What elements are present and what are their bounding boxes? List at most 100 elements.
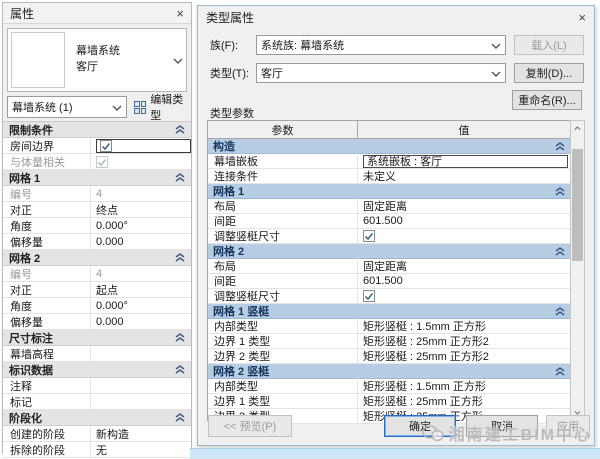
type-selector[interactable]: 幕墙系统 客厅 (7, 28, 187, 92)
table-row[interactable]: 边界 2 类型 矩形竖梃 : 25mm 正方形2 (208, 349, 570, 364)
property-row[interactable]: 拆除的阶段 无 (3, 442, 191, 458)
row-value[interactable]: 系统嵌板 : 客厅 (363, 155, 568, 168)
section-header[interactable]: 标识数据 (3, 362, 191, 378)
collapse-icon[interactable] (175, 333, 185, 342)
edit-type-button[interactable]: 编辑类型 (131, 96, 187, 118)
dialog-titlebar[interactable]: 类型属性 × (198, 6, 594, 29)
property-row[interactable]: 角度 0.000° (3, 298, 191, 314)
row-value[interactable]: 新构造 (91, 426, 191, 441)
row-value[interactable] (91, 394, 191, 409)
collapse-icon[interactable] (175, 365, 185, 374)
row-label: 创建的阶段 (3, 426, 91, 442)
property-row[interactable]: 偏移量 0.000 (3, 234, 191, 250)
type-combo-value: 客厅 (261, 65, 283, 81)
collapse-icon[interactable] (555, 247, 565, 256)
property-row[interactable]: 对正 终点 (3, 202, 191, 218)
row-value[interactable]: 矩形竖梃 : 25mm 正方形 (358, 394, 570, 408)
scroll-up-icon[interactable] (571, 121, 584, 135)
collapse-icon[interactable] (175, 253, 185, 262)
table-row[interactable]: 调整竖梃尺寸 (208, 289, 570, 304)
property-row[interactable]: 房间边界 (3, 138, 191, 154)
table-row[interactable]: 布局 固定距离 (208, 259, 570, 274)
section-header[interactable]: 网格 1 (3, 170, 191, 186)
close-icon[interactable]: × (578, 11, 586, 24)
edit-type-label: 编辑类型 (150, 91, 186, 123)
row-label: 边界 1 类型 (208, 333, 358, 349)
group-header[interactable]: 网格 2 (208, 244, 570, 259)
property-row[interactable]: 标记 (3, 394, 191, 410)
cancel-button[interactable]: 取消 (466, 415, 538, 437)
row-value[interactable]: 0.000 (91, 234, 191, 249)
row-value[interactable]: 0.000° (91, 298, 191, 313)
row-value[interactable] (91, 378, 191, 393)
row-value[interactable]: 矩形竖梃 : 1.5mm 正方形 (358, 379, 570, 393)
collapse-icon[interactable] (555, 187, 565, 196)
property-row[interactable]: 偏移量 0.000 (3, 314, 191, 330)
row-value[interactable]: 未定义 (358, 169, 570, 183)
collapse-icon[interactable] (555, 367, 565, 376)
row-label: 内部类型 (208, 318, 358, 334)
row-value[interactable]: 起点 (91, 282, 191, 297)
close-icon[interactable]: × (176, 7, 184, 20)
table-row[interactable]: 连接条件 未定义 (208, 169, 570, 184)
table-row[interactable]: 内部类型 矩形竖梃 : 1.5mm 正方形 (208, 379, 570, 394)
property-row[interactable]: 角度 0.000° (3, 218, 191, 234)
chevron-down-icon (491, 69, 501, 78)
property-row[interactable]: 注释 (3, 378, 191, 394)
type-combobox[interactable]: 客厅 (256, 63, 506, 83)
row-value[interactable]: 0.000° (91, 218, 191, 233)
rename-button[interactable]: 重命名(R)... (512, 90, 582, 110)
row-value[interactable]: 无 (91, 442, 191, 457)
vertical-scrollbar[interactable] (570, 120, 585, 421)
scrollbar-thumb[interactable] (572, 149, 583, 261)
collapse-icon[interactable] (555, 142, 565, 151)
collapse-icon[interactable] (175, 413, 185, 422)
row-value[interactable]: 固定距离 (358, 259, 570, 273)
family-combobox[interactable]: 系统族: 幕墙系统 (256, 35, 506, 55)
row-value[interactable]: 矩形竖梃 : 25mm 正方形2 (358, 334, 570, 348)
row-value[interactable]: 矩形竖梃 : 1.5mm 正方形 (358, 319, 570, 333)
collapse-icon[interactable] (175, 125, 185, 134)
section-header[interactable]: 尺寸标注 (3, 330, 191, 346)
collapse-icon[interactable] (555, 307, 565, 316)
group-header[interactable]: 网格 2 竖梃 (208, 364, 570, 379)
adjust-mullion-checkbox[interactable] (363, 230, 375, 242)
table-row[interactable]: 内部类型 矩形竖梃 : 1.5mm 正方形 (208, 319, 570, 334)
row-value[interactable] (91, 346, 191, 361)
table-row[interactable]: 调整竖梃尺寸 (208, 229, 570, 244)
row-label: 间距 (208, 213, 358, 229)
property-row[interactable]: 幕墙高程 (3, 346, 191, 362)
row-value[interactable]: 0.000 (91, 314, 191, 329)
row-label: 对正 (3, 282, 91, 298)
table-row[interactable]: 间距 601.500 (208, 274, 570, 289)
property-row[interactable]: 创建的阶段 新构造 (3, 426, 191, 442)
row-value[interactable]: 终点 (91, 202, 191, 217)
section-label: 尺寸标注 (9, 330, 53, 346)
section-header[interactable]: 网格 2 (3, 250, 191, 266)
duplicate-button[interactable]: 复制(D)... (514, 63, 584, 83)
table-row[interactable]: 边界 1 类型 矩形竖梃 : 25mm 正方形2 (208, 334, 570, 349)
row-value[interactable]: 固定距离 (358, 199, 570, 213)
type-selector-line2: 客厅 (76, 60, 170, 76)
collapse-icon[interactable] (175, 173, 185, 182)
row-value[interactable]: 矩形竖梃 : 25mm 正方形2 (358, 349, 570, 363)
table-row[interactable]: 间距 601.500 (208, 214, 570, 229)
table-row[interactable]: 幕墙嵌板 系统嵌板 : 客厅 (208, 154, 570, 169)
property-row[interactable]: 对正 起点 (3, 282, 191, 298)
chevron-down-icon (112, 103, 122, 112)
row-value[interactable]: 601.500 (358, 274, 570, 288)
adjust-mullion-checkbox[interactable] (363, 290, 375, 302)
ok-button[interactable]: 确定 (384, 415, 456, 437)
group-header[interactable]: 网格 1 (208, 184, 570, 199)
table-row[interactable]: 布局 固定距离 (208, 199, 570, 214)
instance-filter-combobox[interactable]: 幕墙系统 (1) (7, 96, 127, 118)
table-row[interactable]: 边界 1 类型 矩形竖梃 : 25mm 正方形 (208, 394, 570, 409)
section-header[interactable]: 限制条件 (3, 122, 191, 138)
section-header[interactable]: 阶段化 (3, 410, 191, 426)
room-bounding-checkbox[interactable] (100, 140, 112, 152)
row-label: 角度 (3, 218, 91, 234)
row-value[interactable]: 601.500 (358, 214, 570, 228)
group-header[interactable]: 网格 1 竖梃 (208, 304, 570, 319)
group-header[interactable]: 构造 (208, 139, 570, 154)
palette-title-text: 属性 (10, 5, 34, 22)
